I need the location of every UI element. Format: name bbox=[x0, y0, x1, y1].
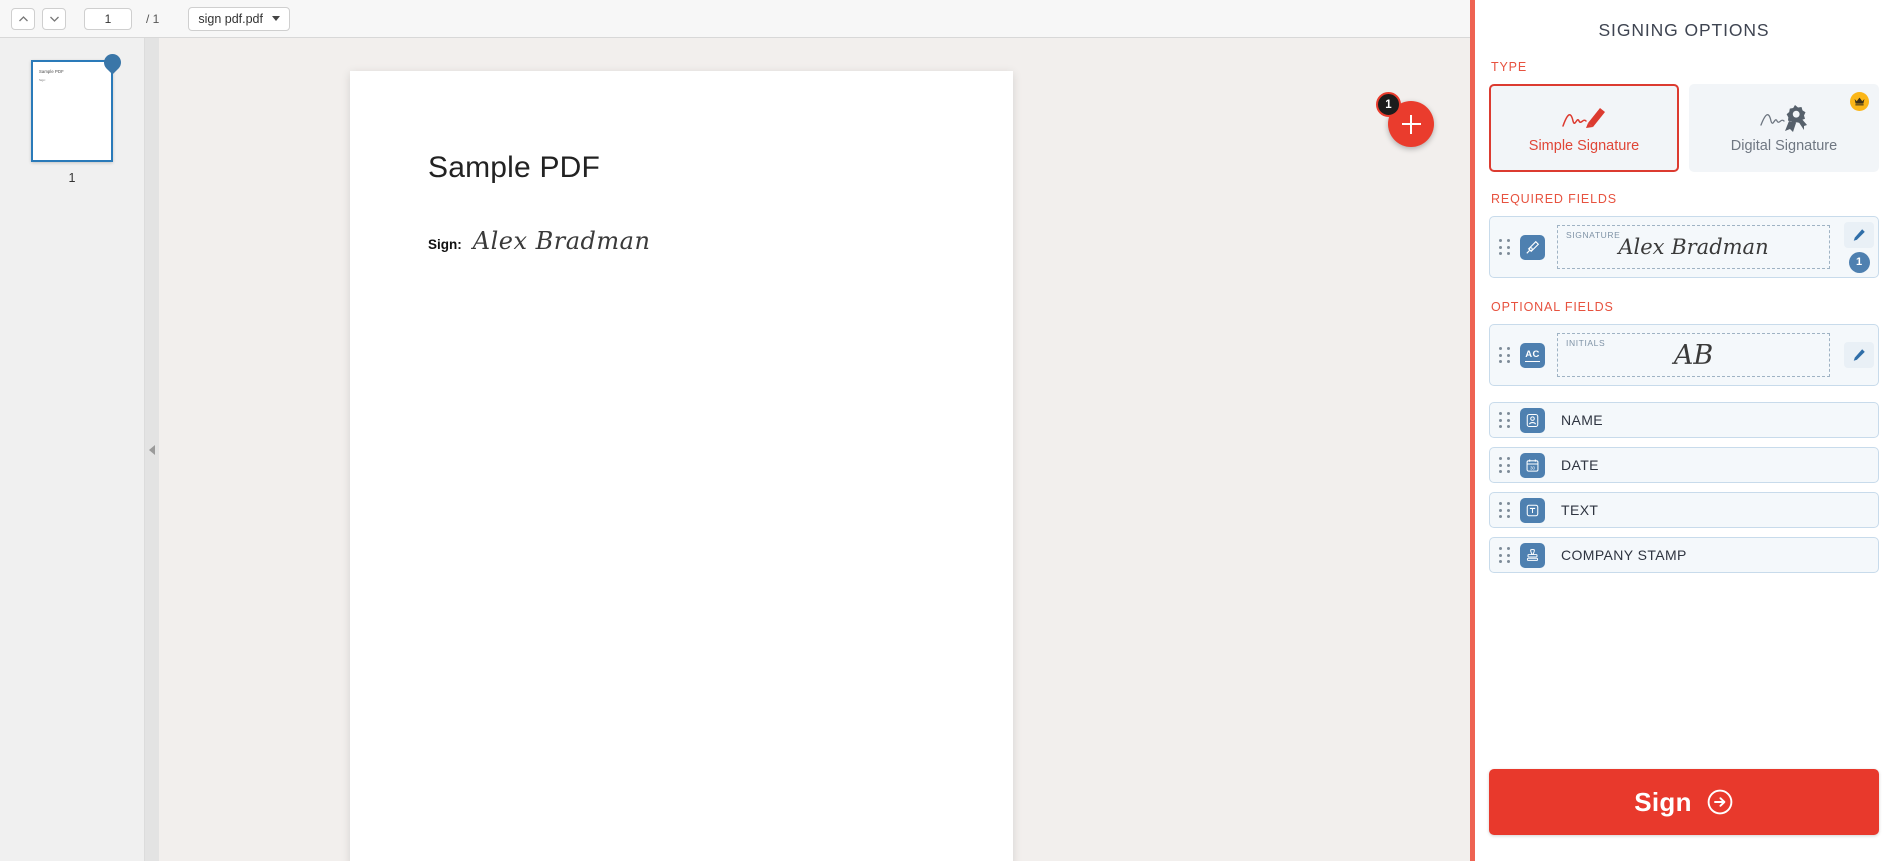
initials-field-actions bbox=[1840, 325, 1878, 385]
text-box-icon bbox=[1520, 497, 1545, 523]
signing-options-panel: SIGNING OPTIONS TYPE Simple Signature Di… bbox=[1475, 0, 1893, 861]
initials-ac-icon: AC bbox=[1520, 342, 1545, 368]
drag-handle[interactable] bbox=[1490, 493, 1520, 527]
pencil-icon bbox=[1853, 349, 1865, 361]
page-title: Sample PDF bbox=[428, 151, 601, 184]
grip-dots-icon bbox=[1499, 457, 1511, 473]
required-field-signature[interactable]: SIGNATURE Alex Bradman 1 bbox=[1489, 216, 1879, 278]
edit-initials-button[interactable] bbox=[1844, 342, 1874, 368]
grip-dots-icon bbox=[1499, 547, 1511, 563]
pen-nib-icon bbox=[1520, 234, 1545, 260]
signature-field-actions: 1 bbox=[1840, 217, 1878, 277]
grip-dots-icon bbox=[1499, 347, 1511, 363]
page-number-input[interactable]: 1 bbox=[84, 7, 132, 30]
grip-dots-icon bbox=[1499, 502, 1511, 518]
type-option-label: Simple Signature bbox=[1528, 138, 1640, 154]
file-selector-dropdown[interactable]: sign pdf.pdf bbox=[188, 6, 290, 31]
initials-field-value: AB bbox=[1673, 339, 1714, 371]
signature-count-badge: 1 bbox=[1848, 251, 1870, 273]
signature-type-options: Simple Signature Digital Signature bbox=[1489, 84, 1879, 172]
stamp-glyph bbox=[1526, 548, 1539, 561]
field-label: COMPANY STAMP bbox=[1561, 547, 1687, 563]
thumbnail-page-number: 1 bbox=[68, 171, 76, 185]
signature-field-label: SIGNATURE bbox=[1566, 230, 1621, 240]
optional-field-company-stamp[interactable]: COMPANY STAMP bbox=[1489, 537, 1879, 573]
page-thumbnail[interactable]: Sample PDF Sign: bbox=[31, 60, 113, 162]
viewer-body: Sample PDF Sign: 1 Sample PDF Sign: Alex… bbox=[0, 38, 1470, 861]
chevron-left-icon bbox=[149, 444, 155, 455]
panel-title: SIGNING OPTIONS bbox=[1598, 20, 1770, 40]
stamp-icon bbox=[1520, 542, 1545, 568]
required-fields-label: REQUIRED FIELDS bbox=[1491, 192, 1617, 206]
optional-field-initials[interactable]: AC INITIALS AB bbox=[1489, 324, 1879, 386]
drag-handle[interactable] bbox=[1490, 217, 1520, 277]
signature-field-box[interactable]: SIGNATURE Alex Bradman bbox=[1557, 225, 1830, 269]
type-section-label: TYPE bbox=[1491, 60, 1528, 74]
type-option-digital-signature[interactable]: Digital Signature bbox=[1689, 84, 1879, 172]
prev-page-button[interactable] bbox=[11, 7, 35, 30]
document-canvas: Sample PDF Sign: Alex Bradman 1 bbox=[145, 38, 1470, 861]
thumbnail-sidebar: Sample PDF Sign: 1 bbox=[0, 38, 145, 861]
crown-icon bbox=[1854, 97, 1865, 106]
person-glyph bbox=[1526, 413, 1539, 427]
edit-signature-button[interactable] bbox=[1844, 221, 1874, 248]
type-option-label: Digital Signature bbox=[1730, 138, 1838, 154]
app-root: 1 / 1 sign pdf.pdf Sample PDF Sign: 1 Sa… bbox=[0, 0, 1893, 861]
chevron-down-icon bbox=[271, 16, 280, 21]
optional-fields-label: OPTIONAL FIELDS bbox=[1491, 300, 1614, 314]
drag-handle[interactable] bbox=[1490, 325, 1520, 385]
drag-handle[interactable] bbox=[1490, 403, 1520, 437]
field-label: NAME bbox=[1561, 412, 1604, 428]
person-icon bbox=[1520, 407, 1545, 433]
initials-field-box[interactable]: INITIALS AB bbox=[1557, 333, 1830, 377]
drag-handle[interactable] bbox=[1490, 448, 1520, 482]
collapse-sidebar-handle[interactable] bbox=[145, 38, 159, 861]
field-label: DATE bbox=[1561, 457, 1599, 473]
thumbnail-title: Sample PDF bbox=[39, 69, 64, 74]
signature-pen-icon bbox=[1562, 108, 1605, 128]
thumbnail-subtitle: Sign: bbox=[39, 78, 46, 82]
signature-field-value: Alex Bradman bbox=[1618, 235, 1769, 259]
add-field-fab-wrapper: 1 bbox=[1376, 92, 1434, 147]
premium-badge bbox=[1850, 92, 1869, 111]
calendar-glyph: 30 bbox=[1526, 459, 1539, 472]
file-name-label: sign pdf.pdf bbox=[198, 11, 263, 26]
drag-handle[interactable] bbox=[1490, 538, 1520, 572]
next-page-button[interactable] bbox=[42, 7, 66, 30]
initials-field-label: INITIALS bbox=[1566, 338, 1606, 348]
field-label: TEXT bbox=[1561, 502, 1599, 518]
optional-field-name[interactable]: NAME bbox=[1489, 402, 1879, 438]
certificate-seal-icon bbox=[1760, 105, 1807, 132]
grip-dots-icon bbox=[1499, 412, 1511, 428]
sign-button[interactable]: Sign bbox=[1489, 769, 1879, 835]
chevron-up-icon bbox=[18, 15, 28, 21]
calendar-icon: 30 bbox=[1520, 452, 1545, 478]
initials-icon-text: AC bbox=[1525, 348, 1540, 362]
sign-label: Sign: bbox=[428, 237, 462, 252]
arrow-right-circle-icon bbox=[1707, 789, 1733, 815]
pencil-icon bbox=[1853, 228, 1865, 241]
svg-text:30: 30 bbox=[1530, 465, 1535, 470]
chevron-down-icon bbox=[49, 16, 59, 22]
fab-count-badge: 1 bbox=[1376, 92, 1401, 117]
page-total-label: / 1 bbox=[146, 11, 160, 26]
pen-nib-glyph bbox=[1526, 240, 1540, 254]
type-option-simple-signature[interactable]: Simple Signature bbox=[1489, 84, 1679, 172]
pdf-page: Sample PDF Sign: Alex Bradman bbox=[350, 71, 1013, 861]
pdf-viewer: 1 / 1 sign pdf.pdf Sample PDF Sign: 1 Sa… bbox=[0, 0, 1470, 861]
optional-field-date[interactable]: 30 DATE bbox=[1489, 447, 1879, 483]
thumbnail-item[interactable]: Sample PDF Sign: bbox=[31, 50, 125, 162]
grip-dots-icon bbox=[1499, 239, 1511, 255]
document-signature-value[interactable]: Alex Bradman bbox=[473, 227, 651, 255]
optional-field-text[interactable]: TEXT bbox=[1489, 492, 1879, 528]
sign-button-label: Sign bbox=[1634, 786, 1692, 817]
viewer-toolbar: 1 / 1 sign pdf.pdf bbox=[0, 0, 1470, 38]
text-box-glyph bbox=[1526, 504, 1539, 516]
document-signature-line: Sign: Alex Bradman bbox=[428, 227, 1013, 255]
